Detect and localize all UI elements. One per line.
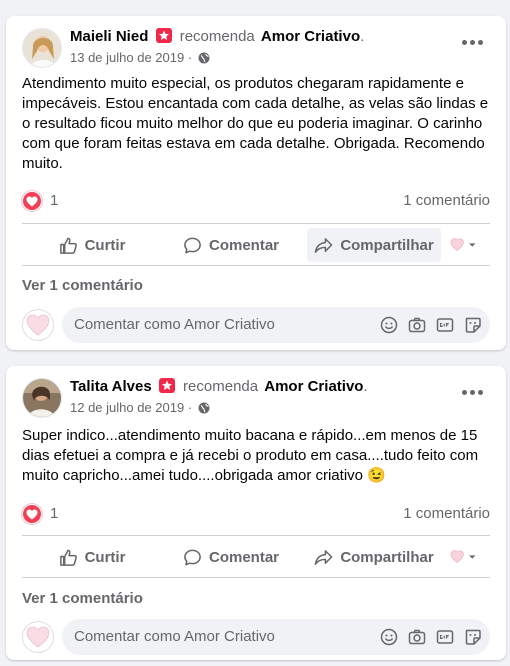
page-avatar-icon [450,550,476,563]
speech-bubble-icon [184,549,201,565]
recommend-badge-icon [155,28,172,43]
like-button[interactable]: Curtir [42,540,142,574]
reactions-bar: 1 1 comentário [22,504,490,526]
comment-tools [380,316,482,334]
love-reaction-icon[interactable] [22,504,42,524]
emoji-icon[interactable] [380,628,398,646]
comment-button[interactable]: Comentar [176,228,286,262]
page-name[interactable]: Amor Criativo [264,378,363,395]
divider [22,223,490,224]
recommend-badge-icon [158,378,175,393]
review-text: Super indico...atendimento muito bacana … [22,427,479,484]
action-bar: Curtir Comentar Compartilhar [22,228,490,262]
share-arrow-icon [314,237,333,253]
action-bar: Curtir Comentar Compartilhar [22,540,490,574]
commenter-avatar [22,309,54,341]
comment-count[interactable]: 1 comentário [403,505,490,522]
thumbs-up-icon [59,549,77,566]
post-date-text: 12 de julho de 2019 · [70,400,193,415]
commenter-avatar [22,621,54,653]
comment-count[interactable]: 1 comentário [403,192,490,209]
divider [22,577,490,578]
period: . [360,28,365,45]
comment-input[interactable]: Comentar como Amor Criativo [62,307,490,343]
see-comments-link[interactable]: Ver 1 comentário [22,590,143,607]
love-reaction-icon[interactable] [22,191,42,211]
reaction-count[interactable]: 1 [50,192,58,209]
review-card: Talita Alves recomenda Amor Criativo. 12… [6,366,506,660]
camera-icon[interactable] [408,316,426,334]
post-date[interactable]: 13 de julho de 2019 · [70,50,210,65]
more-options-icon[interactable] [462,38,484,48]
recommend-text: recomenda [183,378,259,395]
share-arrow-icon [314,549,333,565]
globe-icon [198,52,210,64]
author-name[interactable]: Talita Alves [70,378,152,395]
post-date-text: 13 de julho de 2019 · [70,50,193,65]
gif-icon[interactable] [436,316,454,334]
sticker-icon[interactable] [464,628,482,646]
see-comments-link[interactable]: Ver 1 comentário [22,277,143,294]
author-avatar[interactable] [22,378,62,418]
more-options-icon[interactable] [462,388,484,398]
react-as-page-selector[interactable] [450,228,484,262]
comment-label: Comentar [208,548,279,566]
react-as-page-selector[interactable] [450,540,484,574]
comment-placeholder: Comentar como Amor Criativo [74,628,275,645]
review-text: Atendimento muito especial, os produtos … [22,75,489,172]
like-button[interactable]: Curtir [42,228,142,262]
recommend-text: recomenda [179,28,255,45]
sticker-icon[interactable] [464,316,482,334]
comment-input[interactable]: Comentar como Amor Criativo [62,619,490,655]
reaction-count[interactable]: 1 [50,505,58,522]
camera-icon[interactable] [408,628,426,646]
page-avatar-icon [450,238,476,251]
gif-icon[interactable] [436,628,454,646]
period: . [363,378,368,395]
speech-bubble-icon [184,237,201,253]
like-label: Curtir [84,548,126,566]
author-name[interactable]: Maieli Nied [70,28,148,45]
share-button[interactable]: Compartilhar [307,540,441,574]
page-name[interactable]: Amor Criativo [261,28,360,45]
divider [22,265,490,266]
post-date[interactable]: 12 de julho de 2019 · [70,400,210,415]
divider [22,535,490,536]
share-label: Compartilhar [340,548,434,566]
post-header: Talita Alves recomenda Amor Criativo. [70,378,368,395]
comment-placeholder: Comentar como Amor Criativo [74,316,275,333]
emoji-icon[interactable] [380,316,398,334]
post-header: Maieli Nied recomenda Amor Criativo. [70,28,364,45]
reactions-bar: 1 1 comentário [22,191,490,213]
share-label: Compartilhar [340,236,434,254]
author-avatar[interactable] [22,28,62,68]
share-button[interactable]: Compartilhar [307,228,441,262]
like-label: Curtir [84,236,126,254]
globe-icon [198,402,210,414]
comment-label: Comentar [208,236,279,254]
comment-button[interactable]: Comentar [176,540,286,574]
thumbs-up-icon [59,237,77,254]
review-card: Maieli Nied recomenda Amor Criativo. 13 … [6,16,506,350]
comment-tools [380,628,482,646]
